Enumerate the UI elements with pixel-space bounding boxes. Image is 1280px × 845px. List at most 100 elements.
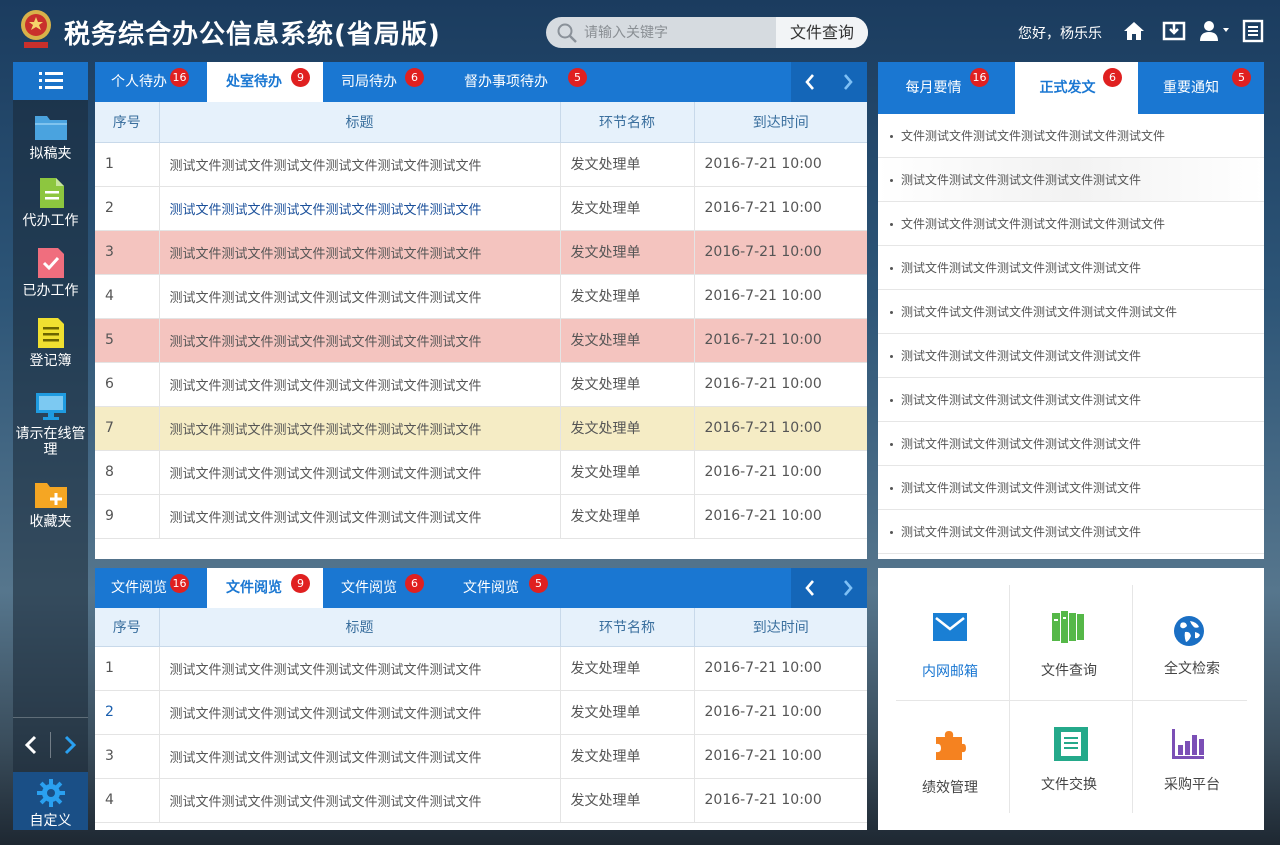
list-item[interactable]: 测试文件测试文件测试文件测试文件测试文件: [878, 422, 1264, 466]
tab-office-todo[interactable]: 处室待办 9: [207, 62, 323, 102]
chevron-right-icon[interactable]: [842, 579, 854, 597]
column-header[interactable]: 环节名称: [560, 608, 695, 647]
row-title-link[interactable]: 测试文件测试文件测试文件测试文件测试文件测试文件: [159, 142, 561, 187]
user-menu-icon[interactable]: [1198, 18, 1232, 44]
register-book-icon: [37, 318, 64, 348]
list-item[interactable]: 测试文件测试文件测试文件测试文件测试文件: [878, 378, 1264, 422]
sidebar-item-drafts[interactable]: 拟稿夹: [13, 112, 88, 162]
sidebar-item-done-work[interactable]: 已办工作: [13, 247, 88, 299]
chevron-left-icon[interactable]: [804, 579, 816, 597]
table-row[interactable]: 3 测试文件测试文件测试文件测试文件测试文件测试文件 发文处理单 2016-7-21 …: [95, 734, 867, 779]
row-title-link[interactable]: 测试文件测试文件测试文件测试文件测试文件测试文件: [159, 450, 561, 495]
customize-button[interactable]: 自定义: [13, 772, 88, 830]
row-title-link[interactable]: 测试文件测试文件测试文件测试文件测试文件测试文件: [159, 318, 561, 363]
column-header[interactable]: 到达时间: [694, 608, 867, 647]
table-header-row: 序号 标题 环节名称 到达时间: [95, 608, 867, 647]
file-search-link[interactable]: 文件查询: [1010, 585, 1128, 699]
file-exchange-link[interactable]: 文件交换: [1010, 701, 1128, 815]
list-item[interactable]: 文件测试文件测试文件测试文件测试文件测试文件: [878, 202, 1264, 246]
sidebar-menu-toggle[interactable]: [13, 62, 88, 100]
list-item[interactable]: 测试文件测试文件测试文件测试文件测试文件: [878, 334, 1264, 378]
performance-management-link[interactable]: 绩效管理: [891, 701, 1009, 815]
quick-link-label: 全文检索: [1164, 661, 1220, 677]
row-title-link[interactable]: 测试文件测试文件测试文件测试文件测试文件测试文件: [159, 494, 561, 539]
table-row[interactable]: 1 测试文件测试文件测试文件测试文件测试文件测试文件 发文处理单 2016-7-21 …: [95, 646, 867, 691]
row-step: 发文处理单: [560, 778, 695, 823]
chevron-left-icon[interactable]: [16, 735, 46, 755]
row-title-link[interactable]: 测试文件测试文件测试文件测试文件测试文件测试文件: [159, 646, 561, 691]
table-row[interactable]: 4 测试文件测试文件测试文件测试文件测试文件测试文件 发文处理单 2016-7-21 …: [95, 778, 867, 823]
tab-supervision-todo[interactable]: 督办事项待办 5: [443, 62, 593, 102]
list-item[interactable]: 测试文件测试文件测试文件测试文件测试文件: [878, 246, 1264, 290]
row-title-link[interactable]: 测试文件测试文件测试文件测试文件测试文件测试文件: [159, 230, 561, 275]
globe-icon: [1174, 616, 1204, 646]
table-row[interactable]: 2 测试文件测试文件测试文件测试文件测试文件测试文件 发文处理单 2016-7-21 …: [95, 186, 867, 231]
chevron-right-icon[interactable]: [55, 735, 85, 755]
tab-official-documents[interactable]: 正式发文 6: [1015, 62, 1138, 114]
puzzle-icon: [936, 731, 966, 760]
tab-file-read-2[interactable]: 文件阅览 9: [207, 568, 323, 608]
tab-file-read-1[interactable]: 文件阅览 16: [95, 568, 207, 608]
table-row[interactable]: 5 测试文件测试文件测试文件测试文件测试文件测试文件 发文处理单 2016-7-21 …: [95, 318, 867, 363]
tab-personal-todo[interactable]: 个人待办 16: [95, 62, 207, 102]
sidebar-item-label: 收藏夹: [29, 514, 72, 530]
news-title: 文件测试文件测试文件测试文件测试文件测试文件: [901, 217, 1166, 231]
column-header[interactable]: 标题: [159, 608, 561, 647]
table-row[interactable]: 2 测试文件测试文件测试文件测试文件测试文件测试文件 发文处理单 2016-7-21 …: [95, 690, 867, 735]
tab-file-read-4[interactable]: 文件阅览 5: [443, 568, 563, 608]
tab-file-read-3[interactable]: 文件阅览 6: [323, 568, 443, 608]
mail-icon: [933, 613, 967, 641]
count-badge: 6: [1103, 68, 1122, 87]
row-title-link[interactable]: 测试文件测试文件测试文件测试文件测试文件测试文件: [159, 778, 561, 823]
row-title-link[interactable]: 测试文件测试文件测试文件测试文件测试文件测试文件: [159, 362, 561, 407]
bar-chart-icon: [1172, 729, 1204, 759]
column-header[interactable]: 标题: [159, 102, 561, 143]
row-title-link[interactable]: 测试文件测试文件测试文件测试文件测试文件测试文件: [159, 690, 561, 735]
sidebar-item-register[interactable]: 登记簿: [13, 317, 88, 369]
sidebar-item-pending-work[interactable]: 代办工作: [13, 177, 88, 229]
row-title-link[interactable]: 测试文件测试文件测试文件测试文件测试文件测试文件: [159, 406, 561, 451]
row-title-link[interactable]: 测试文件测试文件测试文件测试文件测试文件测试文件: [159, 734, 561, 779]
column-header[interactable]: 序号: [95, 608, 160, 647]
list-item[interactable]: 测试文件测试文件测试文件测试文件测试文件: [878, 510, 1264, 554]
column-header[interactable]: 到达时间: [694, 102, 867, 143]
chevron-right-icon[interactable]: [842, 73, 854, 91]
tab-important-notices[interactable]: 重要通知 5: [1138, 62, 1264, 114]
quick-link-label: 绩效管理: [922, 780, 978, 796]
table-row[interactable]: 7 测试文件测试文件测试文件测试文件测试文件测试文件 发文处理单 2016-7-21 …: [95, 406, 867, 451]
table-row[interactable]: 3 测试文件测试文件测试文件测试文件测试文件测试文件 发文处理单 2016-7-21 …: [95, 230, 867, 275]
column-header[interactable]: 序号: [95, 102, 160, 143]
sidebar-item-online-request[interactable]: 请示在线管理: [13, 392, 88, 458]
list-menu-icon[interactable]: [1240, 18, 1266, 44]
list-item[interactable]: 测试文件试文件测试文件测试文件测试文件测试文件: [878, 290, 1264, 334]
list-item[interactable]: 文件测试文件测试文件测试文件测试文件测试文件: [878, 114, 1264, 158]
tab-monthly-briefing[interactable]: 每月要情 16: [878, 62, 1015, 114]
news-list: 文件测试文件测试文件测试文件测试文件测试文件 测试文件测试文件测试文件测试文件测…: [878, 114, 1264, 554]
search-icon: [557, 23, 577, 43]
row-title-link[interactable]: 测试文件测试文件测试文件测试文件测试文件测试文件: [159, 274, 561, 319]
search-box: 文件查询: [546, 17, 868, 48]
tab-label: 文件阅览: [463, 580, 519, 596]
sidebar-item-favorites[interactable]: 收藏夹: [13, 480, 88, 530]
list-item[interactable]: 测试文件测试文件测试文件测试文件测试文件: [878, 466, 1264, 510]
table-row[interactable]: 8 测试文件测试文件测试文件测试文件测试文件测试文件 发文处理单 2016-7-21 …: [95, 450, 867, 495]
file-search-button[interactable]: 文件查询: [776, 17, 868, 48]
table-row[interactable]: 1 测试文件测试文件测试文件测试文件测试文件测试文件 发文处理单 2016-7-21 …: [95, 142, 867, 187]
home-icon[interactable]: [1121, 18, 1147, 44]
inbox-download-icon[interactable]: [1161, 18, 1187, 44]
column-header[interactable]: 环节名称: [560, 102, 695, 143]
tab-label: 文件阅览: [226, 580, 282, 596]
row-step: 发文处理单: [560, 450, 695, 495]
table-row[interactable]: 6 测试文件测试文件测试文件测试文件测试文件测试文件 发文处理单 2016-7-21 …: [95, 362, 867, 407]
tab-label: 个人待办: [111, 74, 167, 90]
row-step: 发文处理单: [560, 406, 695, 451]
intranet-mail-link[interactable]: 内网邮箱: [891, 585, 1009, 699]
row-title-link[interactable]: 测试文件测试文件测试文件测试文件测试文件测试文件: [159, 186, 561, 231]
tab-bureau-todo[interactable]: 司局待办 6: [323, 62, 443, 102]
table-row[interactable]: 4 测试文件测试文件测试文件测试文件测试文件测试文件 发文处理单 2016-7-21 …: [95, 274, 867, 319]
chevron-left-icon[interactable]: [804, 73, 816, 91]
procurement-platform-link[interactable]: 采购平台: [1133, 701, 1251, 815]
list-item[interactable]: 测试文件测试文件测试文件测试文件测试文件: [878, 158, 1264, 202]
table-row[interactable]: 9 测试文件测试文件测试文件测试文件测试文件测试文件 发文处理单 2016-7-21 …: [95, 494, 867, 539]
fulltext-search-link[interactable]: 全文检索: [1133, 585, 1251, 699]
